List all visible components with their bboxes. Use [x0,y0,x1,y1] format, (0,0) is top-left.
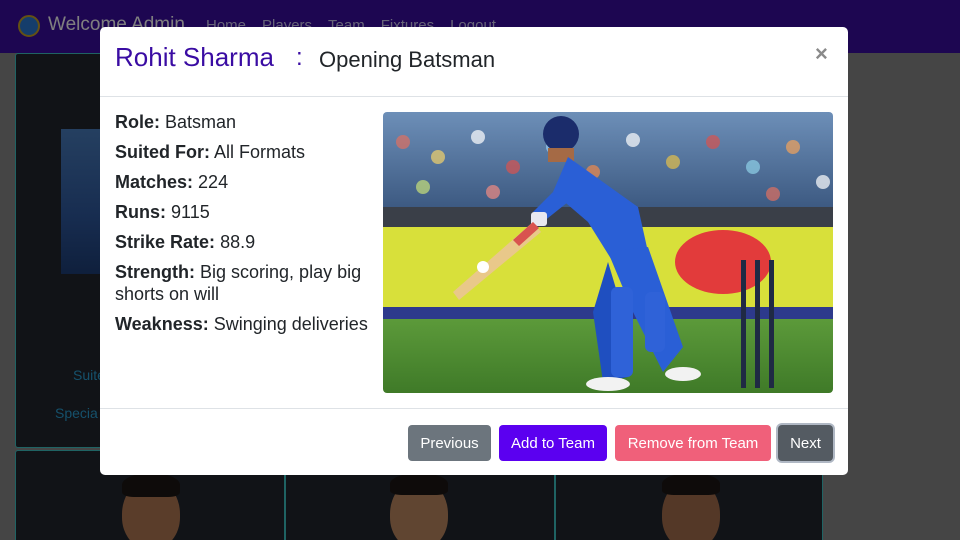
modal-header: Rohit Sharma : Opening Batsman × [100,27,848,97]
add-to-team-button[interactable]: Add to Team [499,425,607,461]
detail-weakness: Weakness: Swinging deliveries [115,313,380,335]
next-button[interactable]: Next [778,425,833,461]
detail-label: Strength: [115,262,195,282]
player-detail-modal: Rohit Sharma : Opening Batsman × Role: B… [100,27,848,475]
player-title: Opening Batsman [319,47,496,72]
detail-runs: Runs: 9115 [115,201,380,223]
detail-value: Batsman [165,112,237,132]
batting-illustration [383,112,833,393]
modal-footer: Previous Add to Team Remove from Team Ne… [100,408,848,476]
player-name: Rohit Sharma [115,42,274,72]
detail-strength: Strength: Big scoring, play big shorts o… [115,261,380,305]
detail-label: Role: [115,112,160,132]
close-icon[interactable]: × [815,41,828,67]
detail-role: Role: Batsman [115,111,380,133]
detail-value: 224 [198,172,229,192]
detail-matches: Matches: 224 [115,171,380,193]
detail-label: Runs: [115,202,166,222]
detail-strike-rate: Strike Rate: 88.9 [115,231,380,253]
detail-value: All Formats [214,142,306,162]
remove-from-team-button[interactable]: Remove from Team [615,425,771,461]
detail-label: Matches: [115,172,194,192]
detail-suited-for: Suited For: All Formats [115,141,380,163]
title-separator: : [296,44,303,71]
detail-value: Swinging deliveries [213,314,368,334]
player-action-photo [383,112,833,393]
detail-value: 9115 [171,202,210,222]
player-details: Role: Batsman Suited For: All Formats Ma… [115,111,380,343]
detail-value: 88.9 [220,232,256,252]
previous-button[interactable]: Previous [408,425,491,461]
detail-label: Suited For: [115,142,210,162]
detail-label: Weakness: [115,314,209,334]
detail-label: Strike Rate: [115,232,216,252]
